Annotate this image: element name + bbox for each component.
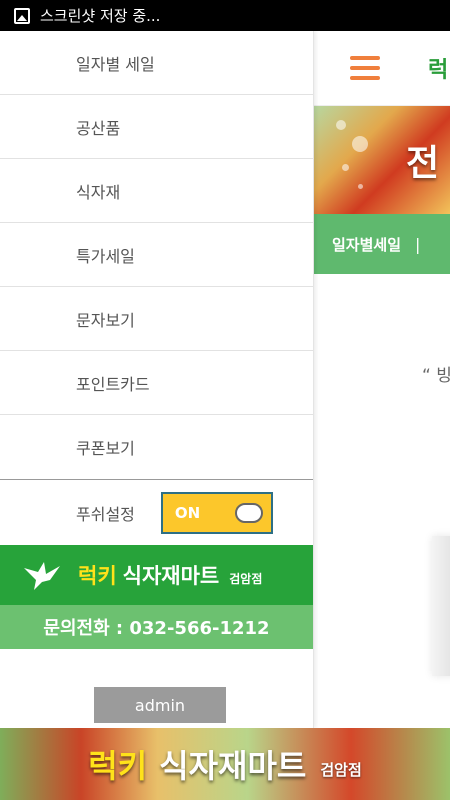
phone-inquiry[interactable]: 문의전화 : 032-566-1212 xyxy=(0,605,313,649)
admin-button[interactable]: admin xyxy=(94,687,226,723)
push-toggle[interactable]: ON xyxy=(160,491,273,534)
menu-item-coupons[interactable]: 쿠폰보기 xyxy=(0,415,313,479)
status-text: 스크린샷 저장 중... xyxy=(40,7,161,25)
menu-item-industrial-goods[interactable]: 공산품 xyxy=(0,95,313,159)
push-settings-label: 푸쉬설정 xyxy=(76,504,135,524)
navigation-drawer: 일자별 세일 공산품 식자재 특가세일 문자보기 포인트카드 쿠폰보기 푸쉬설정… xyxy=(0,31,314,728)
main-content: 럭 전 일자별세일 | “ 빙 xyxy=(314,31,450,728)
brand-branch: 검암점 xyxy=(229,571,263,586)
bottom-banner[interactable]: 럭키 식자재마트 검암점 xyxy=(0,728,450,800)
image-icon xyxy=(14,7,30,24)
nav-separator: | xyxy=(415,234,421,254)
toggle-knob xyxy=(234,502,263,523)
nav-item-daily-sale[interactable]: 일자별세일 xyxy=(332,234,401,255)
banner-text: 전 xyxy=(406,143,440,184)
quote-text: “ 빙 xyxy=(422,366,450,386)
bottom-lucky: 럭키 xyxy=(88,747,148,785)
logo-text: 럭 xyxy=(428,58,449,83)
status-bar: 스크린샷 저장 중... xyxy=(0,0,450,31)
menu-item-daily-sale[interactable]: 일자별 세일 xyxy=(0,31,313,95)
header: 럭 xyxy=(314,31,450,106)
hero-banner: 전 xyxy=(314,106,450,214)
category-nav: 일자별세일 | xyxy=(314,214,450,274)
menu-item-point-card[interactable]: 포인트카드 xyxy=(0,351,313,415)
push-settings-row: 푸쉬설정 ON xyxy=(0,479,313,545)
toggle-on-label: ON xyxy=(174,503,201,522)
menu-item-messages[interactable]: 문자보기 xyxy=(0,287,313,351)
product-image xyxy=(432,536,450,676)
brand-banner: 럭키 식자재마트 검암점 xyxy=(0,545,313,605)
menu-item-food-ingredients[interactable]: 식자재 xyxy=(0,159,313,223)
bottom-mart: 식자재마트 xyxy=(159,747,307,785)
brand-lucky: 럭키 xyxy=(78,564,117,588)
hamburger-menu-icon[interactable] xyxy=(350,56,380,80)
menu-item-special-sale[interactable]: 특가세일 xyxy=(0,223,313,287)
bird-logo-icon xyxy=(24,562,60,590)
bottom-branch: 검암점 xyxy=(320,760,362,779)
brand-mart: 식자재마트 xyxy=(122,564,220,588)
